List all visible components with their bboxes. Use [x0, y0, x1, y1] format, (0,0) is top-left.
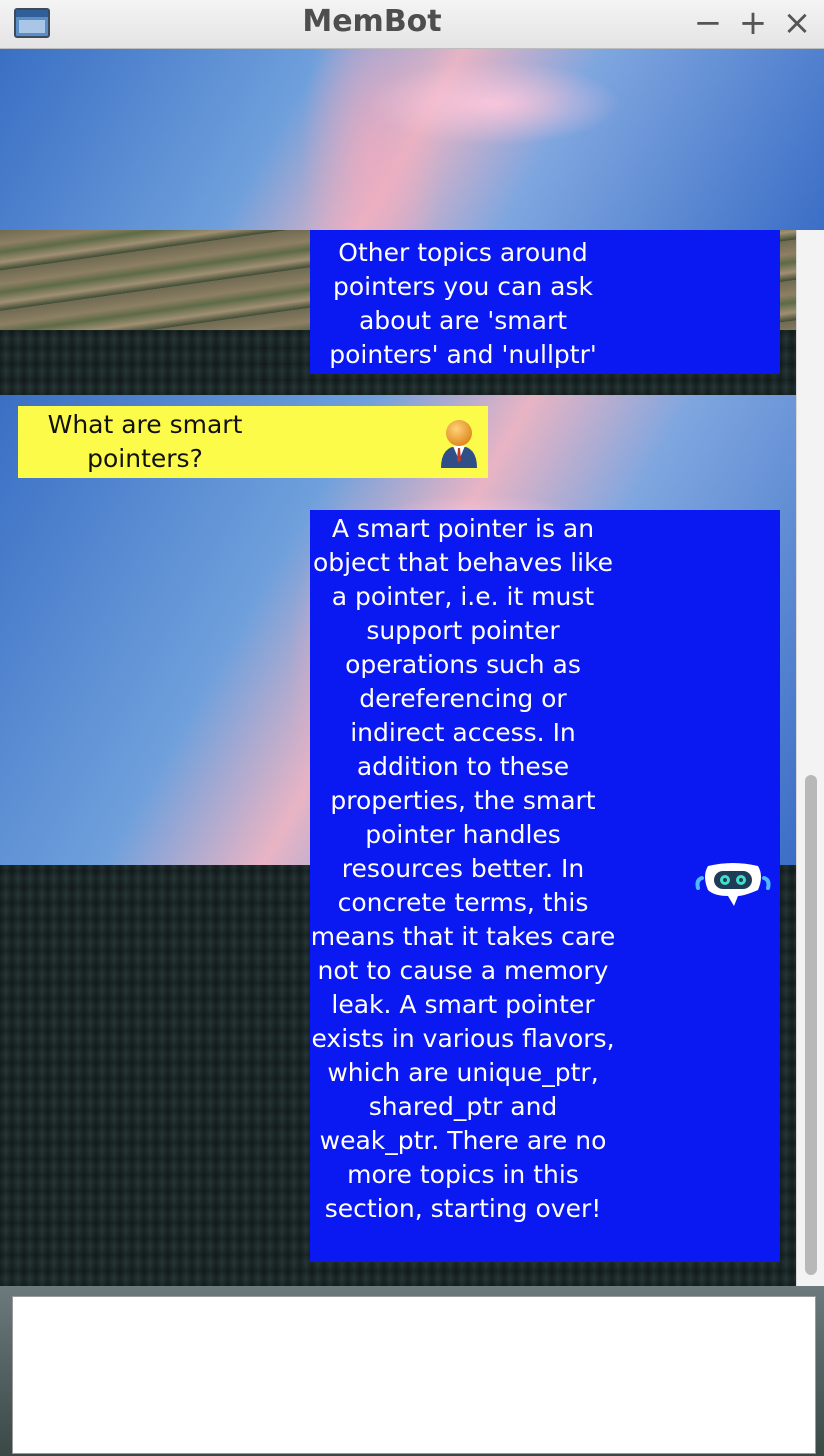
minimize-button[interactable]: −: [688, 2, 728, 44]
message-input[interactable]: [12, 1296, 816, 1454]
user-message: What are smart pointers?: [18, 406, 488, 478]
chat-panel[interactable]: Other topics around pointers you can ask…: [0, 230, 796, 1286]
input-panel: [0, 1286, 824, 1456]
user-avatar-icon: [441, 420, 477, 468]
bot-message: Other topics around pointers you can ask…: [310, 230, 780, 374]
window-title: MemBot: [302, 4, 442, 39]
header-banner-image: [0, 49, 824, 230]
bot-message-text: Other topics around pointers you can ask…: [329, 238, 597, 369]
close-button[interactable]: ×: [777, 2, 817, 44]
app-window: MemBot − + × Other topics around pointer…: [0, 0, 824, 1456]
user-message-text: What are smart pointers?: [47, 410, 243, 473]
bot-message-text: A smart pointer is an object that behave…: [310, 514, 616, 1223]
title-bar[interactable]: MemBot − + ×: [0, 0, 824, 49]
chat-scrollbar[interactable]: [796, 230, 824, 1286]
bot-message: A smart pointer is an object that behave…: [310, 510, 780, 1262]
robot-icon: [695, 863, 771, 906]
scrollbar-thumb[interactable]: [805, 775, 817, 1275]
maximize-button[interactable]: +: [733, 2, 773, 44]
